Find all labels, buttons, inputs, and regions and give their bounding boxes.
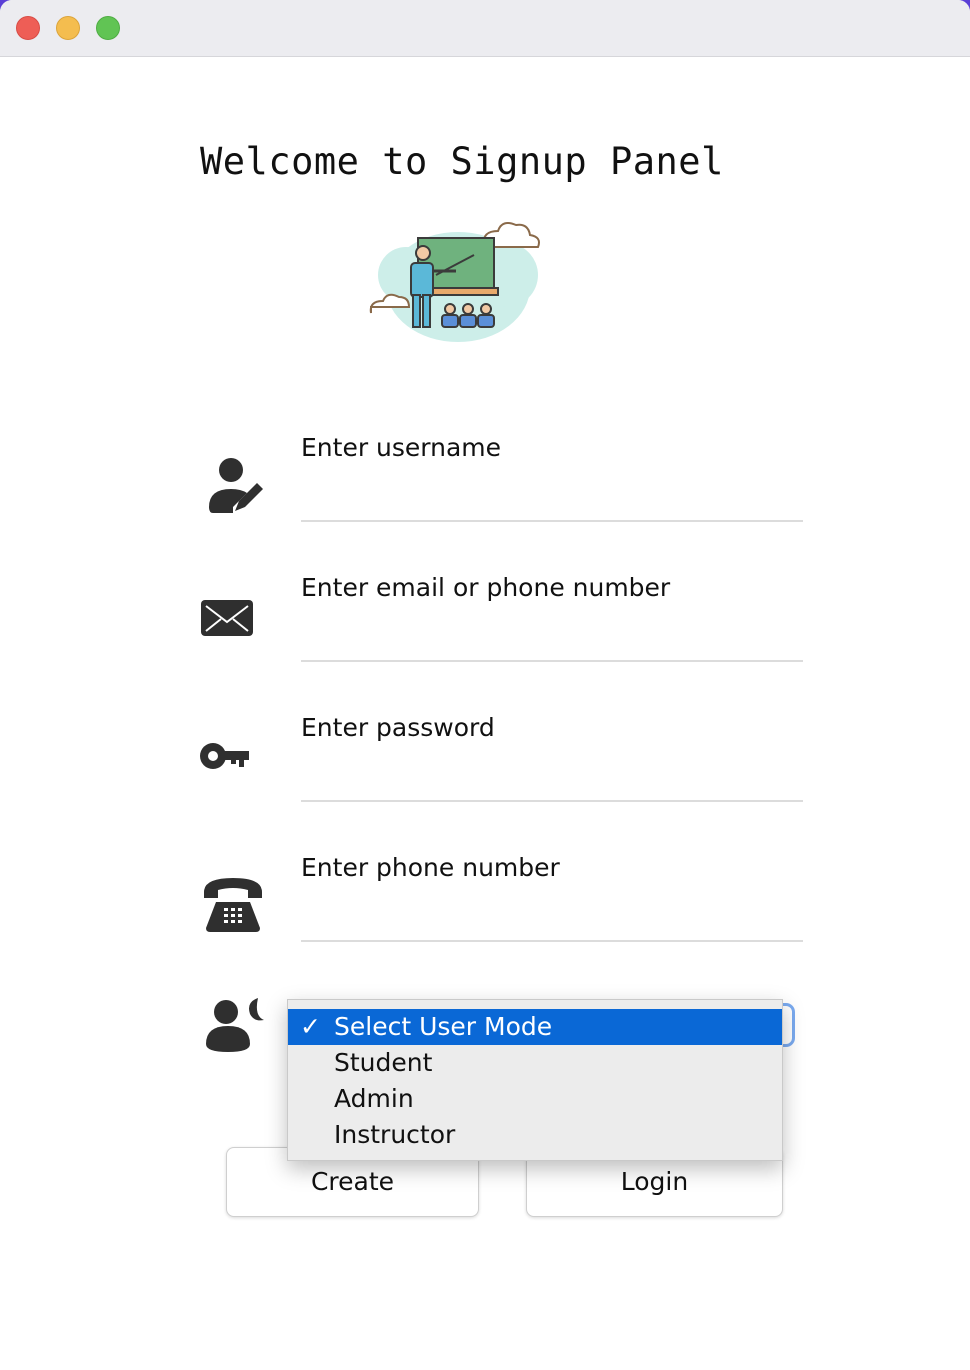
maximize-window-button[interactable]: [96, 16, 120, 40]
title-bar: [0, 0, 970, 57]
username-label: Enter username: [301, 433, 502, 462]
minimize-window-button[interactable]: [56, 16, 80, 40]
telephone-icon: [202, 874, 264, 939]
email-label: Enter email or phone number: [301, 573, 671, 602]
checkmark-icon: ✓: [300, 1012, 321, 1041]
username-input[interactable]: [301, 520, 803, 522]
phone-input[interactable]: [301, 940, 803, 942]
user-edit-icon: [205, 455, 265, 520]
user-mode-icon: [204, 996, 266, 1059]
key-icon: [199, 740, 251, 777]
option-instructor[interactable]: Instructor: [288, 1117, 782, 1153]
password-input[interactable]: [301, 800, 803, 802]
email-input[interactable]: [301, 660, 803, 662]
password-label: Enter password: [301, 713, 495, 742]
option-select-user-mode[interactable]: ✓ Select User Mode: [288, 1009, 782, 1045]
signup-window: Welcome to Signup Panel Enter username E…: [0, 0, 970, 1370]
page-title: Welcome to Signup Panel: [200, 140, 724, 183]
envelope-icon: [200, 598, 254, 643]
phone-label: Enter phone number: [301, 853, 560, 882]
option-student[interactable]: Student: [288, 1045, 782, 1081]
teacher-classroom-illustration: [366, 205, 546, 355]
close-window-button[interactable]: [16, 16, 40, 40]
option-admin[interactable]: Admin: [288, 1081, 782, 1117]
user-mode-dropdown: ✓ Select User Mode Student Admin Instruc…: [287, 999, 783, 1161]
